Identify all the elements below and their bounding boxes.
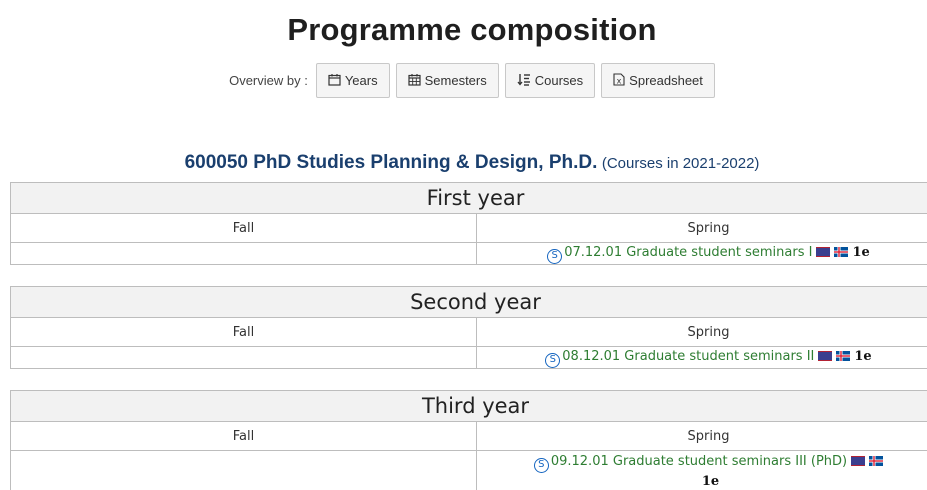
semesters-button-label: Semesters	[424, 73, 487, 88]
semester-fall-label: Fall	[10, 317, 477, 347]
overview-toolbar: Overview by : Years Semesters Courses x …	[0, 63, 927, 98]
semesters-button[interactable]: Semesters	[395, 63, 499, 98]
calendar-grid-icon	[408, 73, 421, 89]
course-link[interactable]: 07.12.01 Graduate student seminars I	[564, 245, 812, 260]
course-link[interactable]: 09.12.01 Graduate student seminars III (…	[551, 454, 847, 469]
year-table-third: Third year Fall Spring S 09.12.01 Graduat…	[10, 390, 927, 490]
year-title: Second year	[10, 286, 927, 318]
fall-courses-cell	[10, 450, 477, 490]
programme-subtitle: (Courses in 2021-2022)	[601, 155, 760, 172]
icelandic-flag-icon	[834, 247, 849, 257]
semester-spring-label: Spring	[475, 213, 927, 243]
sort-list-icon	[517, 73, 531, 89]
spring-courses-cell: S 08.12.01 Graduate student seminars II 1e	[476, 346, 927, 369]
courses-button[interactable]: Courses	[504, 63, 596, 98]
seminar-badge-icon: S	[545, 353, 561, 368]
seminar-badge-icon: S	[547, 249, 563, 264]
icelandic-flag-icon	[869, 456, 884, 466]
course-link[interactable]: 08.12.01 Graduate student seminars II	[562, 349, 814, 364]
semester-spring-label: Spring	[476, 317, 927, 347]
english-flag-icon	[816, 247, 831, 257]
programme-name[interactable]: 600050 PhD Studies Planning & Design, Ph…	[185, 152, 598, 173]
semester-spring-label: Spring	[476, 421, 927, 451]
course-credits: 1e	[701, 474, 720, 489]
overview-label: Overview by :	[229, 73, 308, 88]
course-credits: 1e	[854, 349, 872, 364]
spreadsheet-button-label: Spreadsheet	[629, 73, 703, 88]
seminar-badge-icon: S	[533, 458, 549, 473]
calendar-icon	[328, 73, 341, 89]
year-title: First year	[9, 182, 927, 214]
courses-button-label: Courses	[534, 73, 584, 88]
semester-fall-label: Fall	[10, 213, 477, 243]
years-button-label: Years	[344, 73, 378, 88]
page-title: Programme composition	[287, 12, 657, 47]
spreadsheet-icon: x	[613, 72, 625, 89]
svg-text:x: x	[617, 76, 622, 85]
spring-courses-cell: S 09.12.01 Graduate student seminars III …	[476, 450, 927, 490]
year-table-second: Second year Fall Spring S 08.12.01 Gradua…	[10, 286, 927, 369]
semester-fall-label: Fall	[10, 421, 477, 451]
years-button[interactable]: Years	[315, 63, 390, 98]
fall-courses-cell	[10, 242, 477, 265]
fall-courses-cell	[10, 346, 477, 369]
spring-courses-cell: S 07.12.01 Graduate student seminars I 1e	[475, 242, 927, 265]
programme-heading: 600050 PhD Studies Planning & Design, Ph…	[0, 152, 927, 174]
year-table-first: First year Fall Spring S 07.12.01 Graduat…	[9, 182, 927, 265]
spreadsheet-button[interactable]: x Spreadsheet	[601, 63, 715, 98]
english-flag-icon	[818, 351, 833, 361]
icelandic-flag-icon	[836, 351, 851, 361]
english-flag-icon	[851, 456, 866, 466]
course-credits: 1e	[852, 245, 870, 260]
year-title: Third year	[10, 390, 927, 422]
